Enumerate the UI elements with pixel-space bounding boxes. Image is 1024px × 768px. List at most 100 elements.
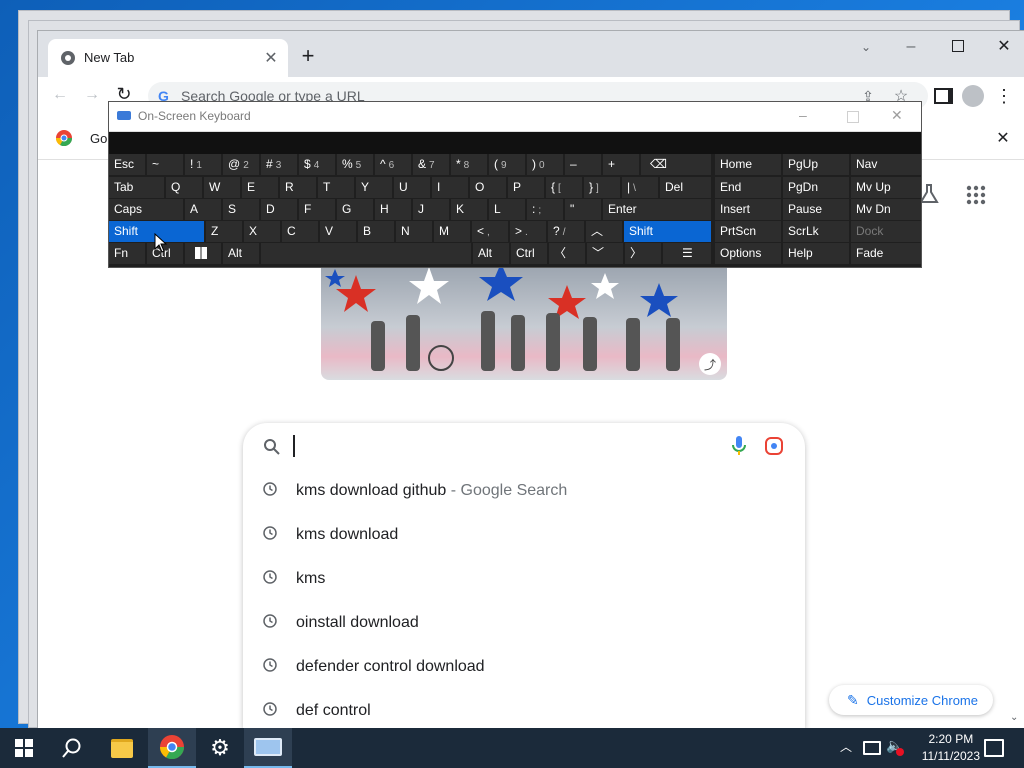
key-fn[interactable]: Fn: [109, 243, 145, 264]
suggestion-item[interactable]: kms: [243, 557, 805, 601]
key-nav[interactable]: Nav: [851, 154, 921, 175]
key-scrlk[interactable]: ScrLk: [783, 221, 849, 242]
key-1[interactable]: ! 1: [185, 154, 221, 175]
side-panel-icon[interactable]: [934, 88, 953, 104]
settings-taskbar-button[interactable]: ⚙: [196, 728, 244, 768]
close-tab-icon[interactable]: ✕: [262, 49, 280, 67]
key-i[interactable]: I: [432, 177, 468, 198]
key-space[interactable]: [261, 243, 471, 264]
key-v[interactable]: V: [320, 221, 356, 242]
key-up-arrow[interactable]: ︿: [586, 221, 622, 242]
key-options[interactable]: Options: [715, 243, 781, 264]
profile-avatar[interactable]: [962, 85, 984, 107]
key-8[interactable]: * 8: [451, 154, 487, 175]
key-b[interactable]: B: [358, 221, 394, 242]
network-icon[interactable]: [863, 741, 881, 755]
chrome-taskbar-button[interactable]: [148, 728, 196, 768]
key-pause[interactable]: Pause: [783, 199, 849, 220]
key-colon[interactable]: :;: [527, 199, 563, 220]
key-tilde[interactable]: ~: [147, 154, 183, 175]
key-q[interactable]: Q: [166, 177, 202, 198]
key-y[interactable]: Y: [356, 177, 392, 198]
file-explorer-button[interactable]: [98, 728, 146, 768]
key-h[interactable]: H: [375, 199, 411, 220]
back-icon[interactable]: ←: [50, 85, 70, 105]
key-menu[interactable]: ☰: [663, 243, 711, 264]
key-k[interactable]: K: [451, 199, 487, 220]
scroll-down-arrow[interactable]: ⌄: [1010, 712, 1018, 723]
start-button[interactable]: [0, 728, 48, 768]
key-5[interactable]: % 5: [337, 154, 373, 175]
maximize-icon[interactable]: [952, 40, 964, 52]
tab-new-tab[interactable]: New Tab ✕: [48, 39, 288, 77]
key-backspace[interactable]: ⌫: [641, 154, 711, 175]
osk-close-icon[interactable]: ✕: [891, 107, 903, 124]
more-menu-icon[interactable]: ⋮: [994, 85, 1014, 107]
key-mv-dn[interactable]: Mv Dn: [851, 199, 921, 220]
key-shift-right[interactable]: Shift: [624, 221, 711, 242]
notification-icon[interactable]: [984, 739, 1004, 757]
key-help[interactable]: Help: [783, 243, 849, 264]
taskbar-search-button[interactable]: [48, 728, 96, 768]
key-w[interactable]: W: [204, 177, 240, 198]
key-quote[interactable]: ": [565, 199, 601, 220]
key-enter[interactable]: Enter: [603, 199, 711, 220]
osk-maximize-icon[interactable]: [847, 111, 859, 123]
osk-minimize-icon[interactable]: –: [799, 107, 807, 123]
suggestion-item[interactable]: defender control download: [243, 645, 805, 689]
key-0[interactable]: ) 0: [527, 154, 563, 175]
osk-title-bar[interactable]: On-Screen Keyboard – ✕: [109, 102, 921, 132]
key-del[interactable]: Del: [660, 177, 711, 198]
key-l[interactable]: L: [489, 199, 525, 220]
close-bar-icon[interactable]: ✕: [993, 128, 1013, 148]
key-9[interactable]: (9: [489, 154, 525, 175]
key-right-brace[interactable]: }]: [584, 177, 620, 198]
key-s[interactable]: S: [223, 199, 259, 220]
forward-icon[interactable]: →: [82, 85, 102, 105]
key-mv-up[interactable]: Mv Up: [851, 177, 921, 198]
key-p[interactable]: P: [508, 177, 544, 198]
suggestion-item[interactable]: kms download github - Google Search: [243, 469, 805, 513]
key-r[interactable]: R: [280, 177, 316, 198]
suggestion-item[interactable]: def control: [243, 689, 805, 733]
key-home[interactable]: Home: [715, 154, 781, 175]
key-tab[interactable]: Tab: [109, 177, 164, 198]
key-question[interactable]: ? /: [548, 221, 584, 242]
bookmark-label[interactable]: Go: [90, 131, 107, 146]
key-left-brace[interactable]: {[: [546, 177, 582, 198]
key-caps[interactable]: Caps: [109, 199, 183, 220]
key-down-arrow[interactable]: ﹀: [587, 243, 623, 264]
key-z[interactable]: Z: [206, 221, 242, 242]
taskbar-clock[interactable]: 2:20 PM 11/11/2023: [922, 731, 980, 765]
key-m[interactable]: M: [434, 221, 470, 242]
share-doodle-icon[interactable]: ⤴: [699, 353, 721, 375]
key-ctrl-right[interactable]: Ctrl: [511, 243, 547, 264]
key-2[interactable]: @2: [223, 154, 259, 175]
key-6[interactable]: ^ 6: [375, 154, 411, 175]
key-plus[interactable]: +: [603, 154, 639, 175]
key-pgup[interactable]: PgUp: [783, 154, 849, 175]
suggestion-item[interactable]: oinstall download: [243, 601, 805, 645]
search-input[interactable]: [293, 435, 695, 457]
close-window-icon[interactable]: ✕: [993, 35, 1015, 57]
suggestion-item[interactable]: kms download: [243, 513, 805, 557]
key-windows[interactable]: [185, 243, 221, 264]
key-3[interactable]: #3: [261, 154, 297, 175]
key-d[interactable]: D: [261, 199, 297, 220]
key-t[interactable]: T: [318, 177, 354, 198]
key-a[interactable]: A: [185, 199, 221, 220]
customize-chrome-button[interactable]: ✎ Customize Chrome: [829, 685, 993, 715]
key-u[interactable]: U: [394, 177, 430, 198]
key-greater-than[interactable]: >.: [510, 221, 546, 242]
key-alt-right[interactable]: Alt: [473, 243, 509, 264]
key-j[interactable]: J: [413, 199, 449, 220]
key-g[interactable]: G: [337, 199, 373, 220]
key-esc[interactable]: Esc: [109, 154, 145, 175]
key-x[interactable]: X: [244, 221, 280, 242]
key-n[interactable]: N: [396, 221, 432, 242]
key-4[interactable]: $4: [299, 154, 335, 175]
key-end[interactable]: End: [715, 177, 781, 198]
key-alt-left[interactable]: Alt: [223, 243, 259, 264]
new-tab-icon[interactable]: +: [296, 43, 320, 68]
key-o[interactable]: O: [470, 177, 506, 198]
